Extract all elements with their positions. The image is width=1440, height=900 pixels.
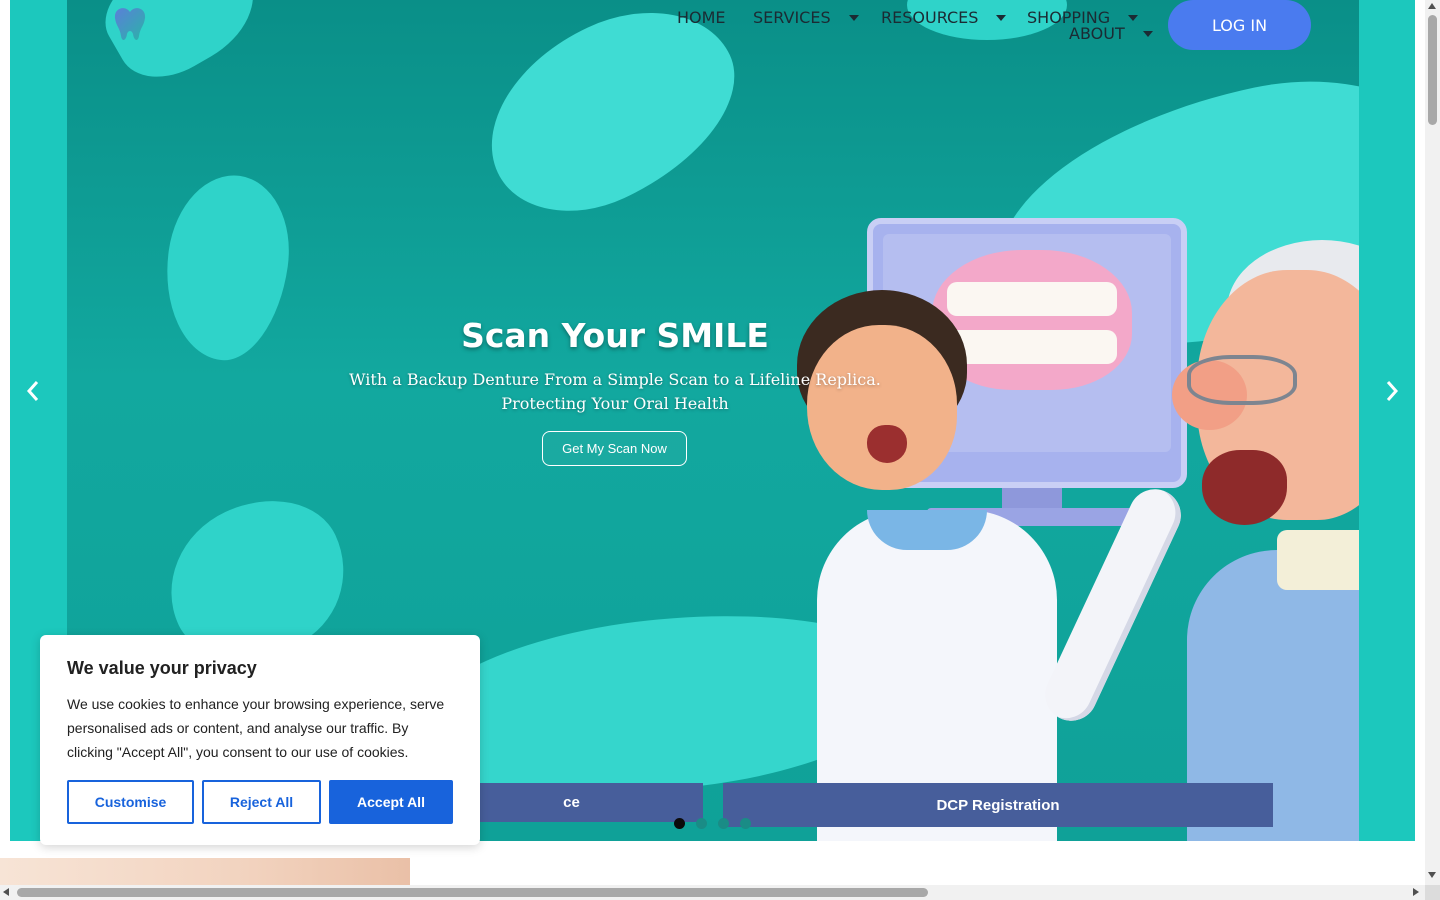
hero-subtitle: With a Backup Denture From a Simple Scan… bbox=[340, 368, 890, 416]
caret-down-icon bbox=[1128, 14, 1139, 21]
scroll-down-arrow-icon[interactable] bbox=[1428, 872, 1436, 878]
nav-resources[interactable]: RESOURCES bbox=[881, 8, 1007, 27]
hero-action-left-label: ce bbox=[563, 794, 580, 811]
decorative-blob bbox=[154, 167, 300, 368]
scroll-left-arrow-icon[interactable] bbox=[3, 888, 9, 896]
scroll-right-arrow-icon[interactable] bbox=[1413, 888, 1419, 896]
patient-glasses bbox=[1187, 355, 1297, 405]
caret-down-icon bbox=[1142, 30, 1153, 37]
slider-prev-button[interactable] bbox=[20, 378, 46, 404]
site-logo[interactable] bbox=[113, 6, 147, 42]
nav-about-label: ABOUT bbox=[1069, 24, 1125, 43]
nav-about[interactable]: ABOUT bbox=[1069, 24, 1153, 43]
slider-dot-3[interactable] bbox=[718, 818, 729, 829]
dentist-mouth bbox=[867, 425, 907, 463]
slider-pagination bbox=[672, 818, 762, 830]
slider-next-button[interactable] bbox=[1379, 378, 1405, 404]
hero-subtitle-line2: Protecting Your Oral Health bbox=[501, 394, 729, 413]
cookie-title: We value your privacy bbox=[67, 658, 257, 678]
patient-collar bbox=[1277, 530, 1359, 590]
horizontal-scrollbar[interactable] bbox=[0, 885, 1425, 900]
dentist-patient-illustration bbox=[627, 210, 1359, 841]
scroll-up-arrow-icon[interactable] bbox=[1428, 3, 1436, 9]
nav-home[interactable]: HOME bbox=[677, 8, 726, 27]
get-scan-button[interactable]: Get My Scan Now bbox=[542, 431, 687, 466]
slider-dot-4[interactable] bbox=[740, 818, 751, 829]
nav-home-label: HOME bbox=[677, 8, 726, 27]
slider-dot-2[interactable] bbox=[696, 818, 707, 829]
horizontal-scroll-thumb[interactable] bbox=[17, 888, 928, 897]
nav-resources-label: RESOURCES bbox=[881, 8, 979, 27]
vertical-scrollbar[interactable] bbox=[1425, 0, 1440, 885]
hero-subtitle-line1: With a Backup Denture From a Simple Scan… bbox=[349, 370, 881, 389]
vertical-scroll-thumb[interactable] bbox=[1428, 15, 1437, 125]
nav-services-label: SERVICES bbox=[753, 8, 831, 27]
patient-mouth bbox=[1202, 450, 1287, 525]
chevron-right-icon bbox=[1386, 381, 1399, 401]
scrollbar-corner bbox=[1425, 885, 1440, 900]
accept-all-button[interactable]: Accept All bbox=[329, 780, 453, 824]
next-section-image bbox=[0, 858, 410, 886]
cookie-description: We use cookies to enhance your browsing … bbox=[67, 696, 445, 760]
slider-dot-1[interactable] bbox=[674, 818, 685, 829]
hero-title: Scan Your SMILE bbox=[461, 316, 769, 355]
cookie-consent-banner: We value your privacy We use cookies to … bbox=[40, 635, 480, 845]
nav-services[interactable]: SERVICES bbox=[753, 8, 859, 27]
login-button[interactable]: LOG IN bbox=[1168, 0, 1311, 50]
main-navigation: HOME SERVICES RESOURCES SHOPPING ABOUT bbox=[670, 0, 1160, 50]
caret-down-icon bbox=[848, 14, 859, 21]
dcp-registration-button[interactable]: DCP Registration bbox=[723, 783, 1273, 827]
tooth-heart-icon bbox=[114, 8, 146, 40]
browser-viewport: HOME SERVICES RESOURCES SHOPPING ABOUT L… bbox=[0, 0, 1440, 900]
customise-button[interactable]: Customise bbox=[67, 780, 194, 824]
upper-teeth bbox=[947, 282, 1117, 316]
chevron-left-icon bbox=[26, 381, 39, 401]
caret-down-icon bbox=[996, 14, 1007, 21]
reject-all-button[interactable]: Reject All bbox=[202, 780, 321, 824]
lower-teeth bbox=[947, 330, 1117, 364]
